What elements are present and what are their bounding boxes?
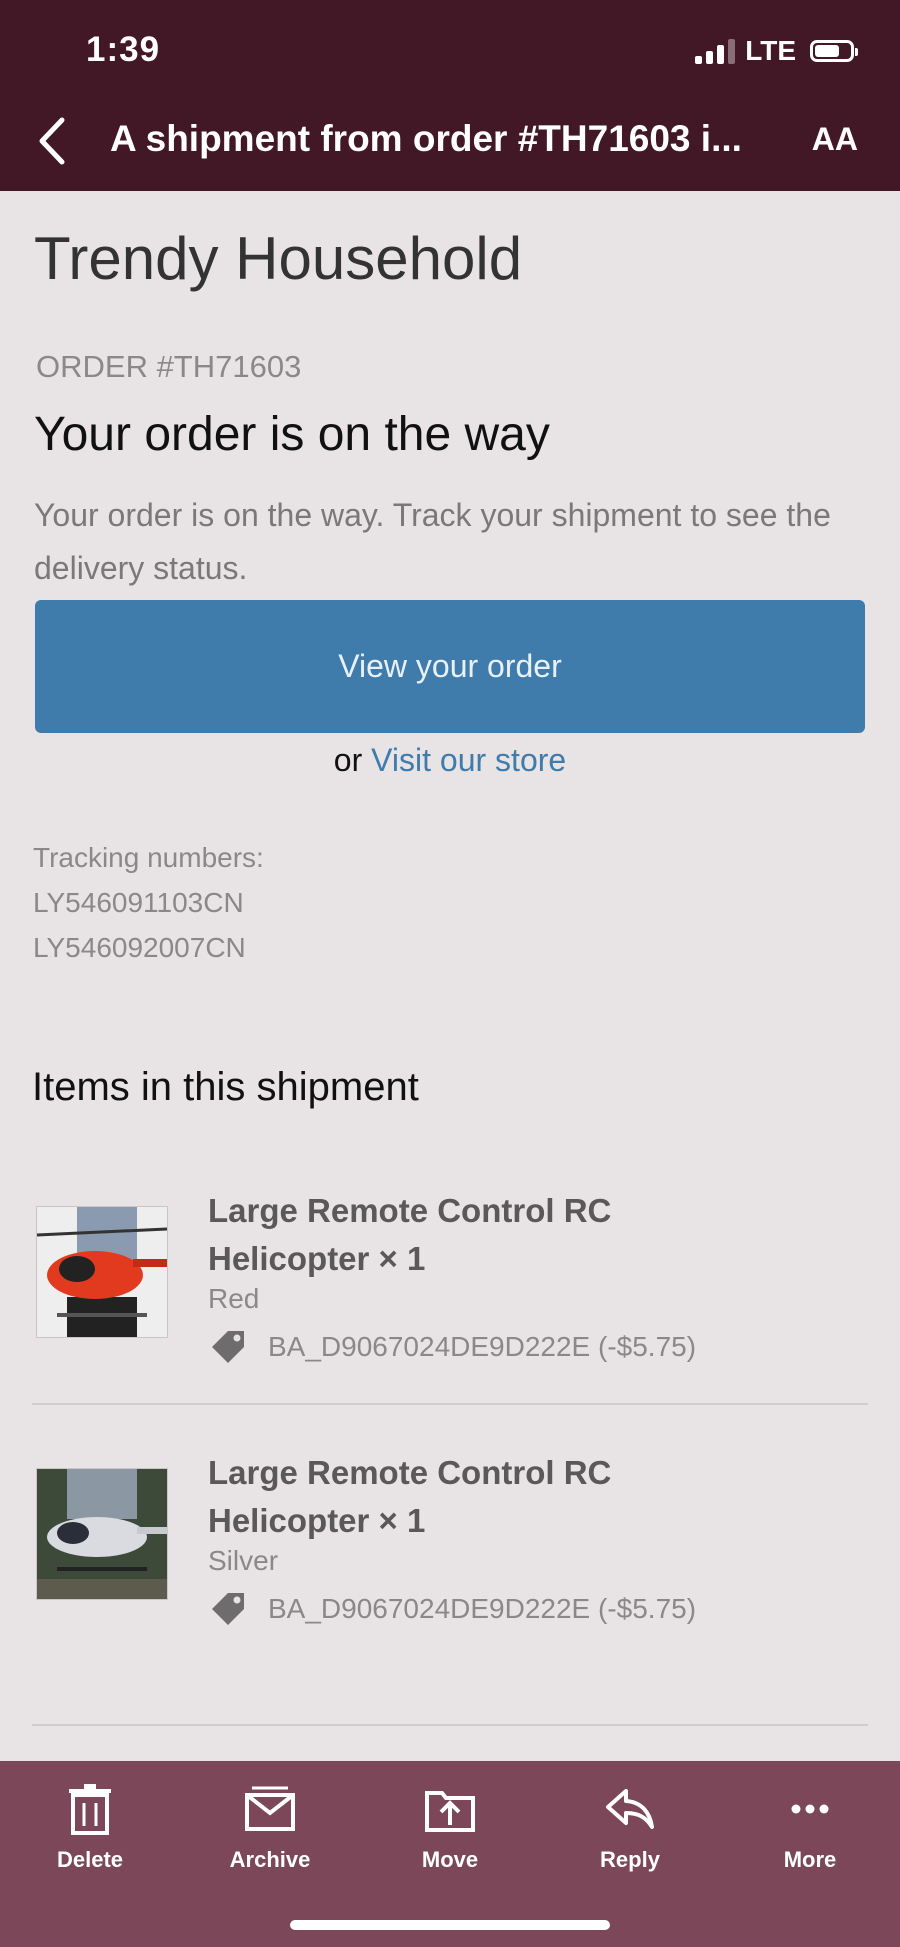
archive-button[interactable]: Archive: [200, 1783, 340, 1873]
order-number: ORDER #TH71603: [36, 349, 302, 384]
top-bar: 1:39 LTE A shipment from order #TH71603 …: [0, 0, 900, 191]
back-button[interactable]: [32, 112, 76, 170]
signal-icon: [695, 38, 736, 64]
or-text: or: [333, 742, 363, 778]
description: Your order is on the way. Track your shi…: [34, 497, 831, 586]
status-time: 1:39: [86, 30, 161, 69]
visit-store-link[interactable]: Visit our store: [371, 742, 566, 778]
product-name[interactable]: Large Remote Control RC Helicopter × 1: [208, 1449, 768, 1545]
more-label: More: [783, 1847, 837, 1872]
tracking-label: Tracking numbers:: [33, 842, 264, 873]
archive-label: Archive: [229, 1847, 311, 1872]
discount-code: BA_D9067024DE9D222E (-$5.75): [208, 1327, 696, 1367]
tracking-section: Tracking numbers: LY546091103CN LY546092…: [33, 835, 264, 970]
text-size-label: AA: [811, 121, 858, 157]
home-indicator[interactable]: [290, 1920, 610, 1930]
product-image: [36, 1468, 168, 1600]
tag-icon: [212, 1593, 244, 1625]
product-variant: Red: [208, 1283, 260, 1314]
reply-label: Reply: [600, 1847, 660, 1872]
discount-code: BA_D9067024DE9D222E (-$5.75): [208, 1589, 696, 1629]
delete-label: Delete: [56, 1847, 124, 1872]
move-label: Move: [421, 1847, 479, 1872]
status-indicators: LTE: [695, 34, 858, 68]
text-size-button[interactable]: AA: [812, 121, 858, 158]
tag-icon: [212, 1331, 244, 1363]
more-dots-icon: [791, 1804, 829, 1814]
more-button[interactable]: More: [740, 1783, 880, 1873]
archive-icon: [245, 1786, 295, 1831]
move-button[interactable]: Move: [380, 1783, 520, 1873]
reply-icon: [606, 1789, 654, 1829]
product-image: [36, 1206, 168, 1338]
tracking-number[interactable]: LY546091103CN: [33, 880, 264, 925]
headline: Your order is on the way: [34, 408, 550, 461]
store-link-line: or Visit our store: [0, 742, 900, 779]
email-subject-title: A shipment from order #TH71603 i...: [110, 118, 742, 159]
tracking-number[interactable]: LY546092007CN: [33, 925, 264, 970]
email-body: Trendy Household ORDER #TH71603 Your ord…: [0, 191, 900, 1761]
trash-icon: [69, 1784, 111, 1835]
delete-button[interactable]: Delete: [20, 1783, 160, 1873]
store-name: Trendy Household: [34, 225, 523, 292]
chevron-left-icon: [39, 117, 65, 165]
items-heading: Items in this shipment: [32, 1065, 419, 1109]
network-label: LTE: [745, 35, 796, 66]
reply-button[interactable]: Reply: [560, 1783, 700, 1873]
battery-icon: [810, 40, 858, 62]
product-variant: Silver: [208, 1545, 279, 1576]
move-folder-icon: [425, 1791, 475, 1832]
divider: [32, 1403, 868, 1405]
product-name[interactable]: Large Remote Control RC Helicopter × 1: [208, 1187, 768, 1283]
view-order-button[interactable]: View your order: [35, 600, 865, 733]
divider: [32, 1724, 868, 1726]
